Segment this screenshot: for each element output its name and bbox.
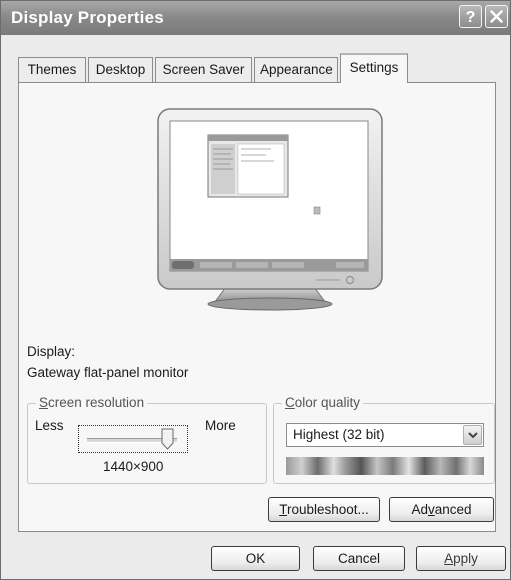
ok-button[interactable]: OK [211, 546, 300, 571]
resolution-slider[interactable] [78, 425, 188, 453]
help-icon: ? [465, 9, 476, 26]
window-title: Display Properties [11, 8, 164, 27]
tab-themes[interactable]: Themes [18, 57, 86, 82]
monitor-name: Gateway flat-panel monitor [27, 365, 189, 380]
advanced-button[interactable]: Advanced [389, 497, 494, 522]
cancel-button[interactable]: Cancel [313, 546, 405, 571]
color-quality-select[interactable]: Highest (32 bit) [286, 423, 484, 447]
tab-settings[interactable]: Settings [340, 53, 408, 83]
display-label: Display: [27, 344, 76, 359]
screen-resolution-group: Screen resolution Less More 1440×900 [27, 395, 267, 484]
color-quality-group: Color quality Highest (32 bit) [273, 395, 495, 484]
tab-appearance[interactable]: Appearance [254, 57, 338, 82]
settings-panel: Display: Gateway flat-panel monitor Scre… [18, 82, 496, 532]
title-bar[interactable]: Display Properties ? [1, 1, 510, 35]
resolution-value: 1440×900 [103, 459, 164, 474]
apply-button[interactable]: Apply [416, 546, 506, 571]
dropdown-button[interactable] [463, 425, 482, 445]
monitor-preview [156, 107, 384, 313]
display-properties-window: Display Properties ? Themes Desktop Scre… [0, 0, 511, 580]
close-icon [490, 10, 503, 23]
dropdown-arrow-icon [468, 432, 478, 439]
color-quality-title: Color quality [282, 395, 364, 410]
screen-resolution-title: Screen resolution [36, 395, 148, 410]
close-button[interactable] [485, 5, 508, 28]
tab-screen-saver[interactable]: Screen Saver [155, 57, 252, 82]
less-label: Less [35, 418, 64, 433]
troubleshoot-button[interactable]: Troubleshoot... [268, 497, 380, 522]
color-preview-bar [286, 457, 484, 475]
help-button[interactable]: ? [459, 5, 482, 28]
more-label: More [205, 418, 236, 433]
color-quality-value: Highest (32 bit) [293, 427, 385, 442]
tab-desktop[interactable]: Desktop [88, 57, 153, 82]
slider-thumb-icon[interactable] [161, 428, 174, 450]
